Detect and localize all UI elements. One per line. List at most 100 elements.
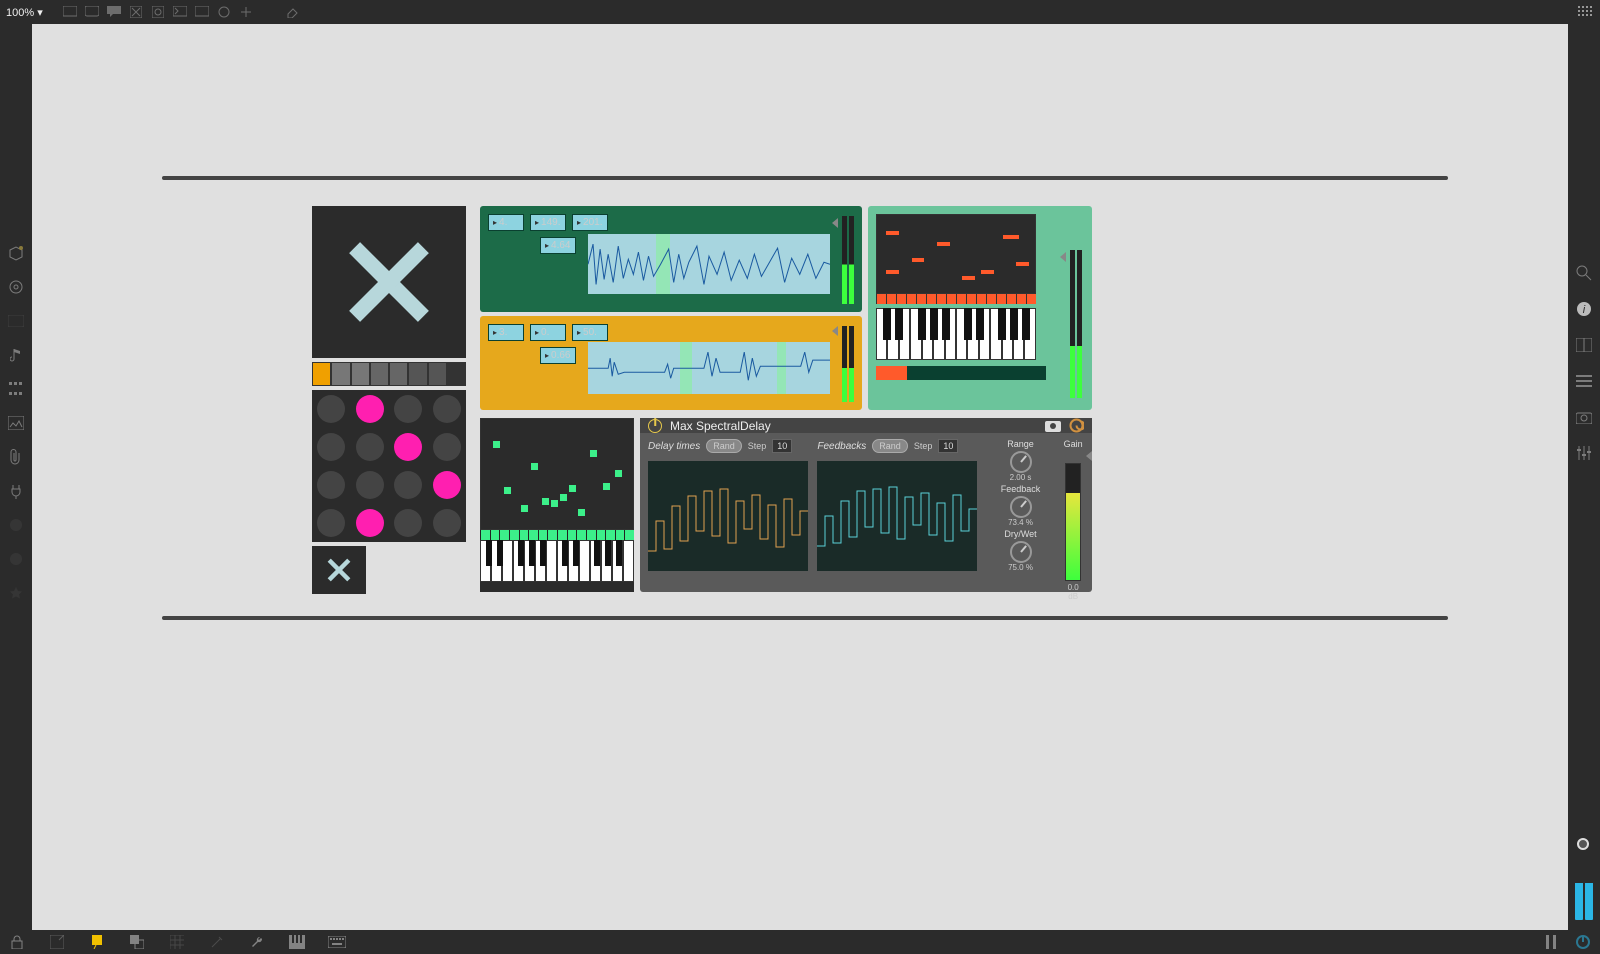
grid-cell[interactable] <box>317 509 345 537</box>
gain-meter[interactable] <box>1065 463 1081 581</box>
camera-icon[interactable] <box>1575 408 1593 426</box>
grid-cell[interactable] <box>317 433 345 461</box>
circle-p-icon[interactable] <box>7 516 25 534</box>
number-icon[interactable] <box>171 3 189 21</box>
grid-cell[interactable] <box>433 509 461 537</box>
number-box[interactable]: 149. <box>530 214 566 231</box>
range-knob[interactable] <box>1010 451 1032 473</box>
pause-icon[interactable] <box>1542 933 1560 951</box>
number-box[interactable]: 50. <box>572 324 608 341</box>
swatch[interactable] <box>351 362 370 386</box>
attachment-icon[interactable] <box>7 448 25 466</box>
note-icon[interactable] <box>7 346 25 364</box>
feedback-knob[interactable] <box>1010 496 1032 518</box>
swatch[interactable] <box>331 362 350 386</box>
grid-cell[interactable] <box>317 395 345 423</box>
number-box[interactable]: 0. <box>530 324 566 341</box>
package-icon[interactable] <box>7 244 25 262</box>
keyboard[interactable] <box>876 308 1036 360</box>
number-box[interactable]: 3. <box>488 324 524 341</box>
lock-icon[interactable] <box>8 933 26 951</box>
swatch[interactable] <box>370 362 389 386</box>
step-grid[interactable] <box>312 390 466 542</box>
step-value[interactable]: 10 <box>938 439 958 453</box>
grid-cell[interactable] <box>394 471 422 499</box>
grid-cell[interactable] <box>394 509 422 537</box>
delay-times-graph[interactable] <box>648 461 808 571</box>
toggle-icon[interactable] <box>127 3 145 21</box>
grid-cell[interactable] <box>356 395 384 423</box>
zoom-dropdown[interactable]: 100% ▾ <box>6 6 43 19</box>
swatch[interactable] <box>447 362 466 386</box>
grid-cell[interactable] <box>433 471 461 499</box>
power-icon[interactable] <box>1574 933 1592 951</box>
swatch[interactable] <box>389 362 408 386</box>
eraser-icon[interactable] <box>283 3 301 21</box>
toggle-small[interactable] <box>312 546 366 594</box>
grid-cell[interactable] <box>356 509 384 537</box>
step-value[interactable]: 10 <box>772 439 792 453</box>
velocity-strip[interactable] <box>480 530 634 540</box>
piano-icon[interactable] <box>288 933 306 951</box>
list-icon[interactable] <box>1575 372 1593 390</box>
grid-cell[interactable] <box>356 471 384 499</box>
plug-icon[interactable] <box>7 482 25 500</box>
highlight-icon[interactable] <box>88 933 106 951</box>
keyboard[interactable] <box>480 540 634 582</box>
swatch[interactable] <box>408 362 427 386</box>
toggle-large[interactable] <box>312 206 466 358</box>
grid-dots-icon[interactable] <box>1576 3 1594 21</box>
rand-button[interactable]: Rand <box>872 439 908 453</box>
feedbacks-graph[interactable] <box>817 461 977 571</box>
keyboard-icon[interactable] <box>328 933 346 951</box>
color-palette[interactable] <box>312 362 466 386</box>
columns-icon[interactable] <box>1575 336 1593 354</box>
add-icon[interactable] <box>237 3 255 21</box>
drywet-knob[interactable] <box>1010 541 1032 563</box>
matrix-icon[interactable] <box>7 380 25 398</box>
velocity-strip[interactable] <box>876 294 1036 304</box>
number-box[interactable]: 201. <box>572 214 608 231</box>
panel-icon[interactable] <box>7 312 25 330</box>
dial-icon[interactable] <box>215 3 233 21</box>
grid-cell[interactable] <box>356 433 384 461</box>
patcher-canvas[interactable]: 4. 149. 201. 4.64 0.00 1000.00 2000.00 <box>32 24 1568 930</box>
swatch[interactable] <box>428 362 447 386</box>
grid-cell[interactable] <box>394 433 422 461</box>
info-icon[interactable]: i <box>1575 300 1593 318</box>
rand-button[interactable]: Rand <box>706 439 742 453</box>
snapshot-icon[interactable] <box>1045 419 1061 432</box>
presentation-icon[interactable] <box>48 933 66 951</box>
swatch[interactable] <box>312 362 331 386</box>
flonum-icon[interactable] <box>193 3 211 21</box>
star-icon[interactable] <box>7 584 25 602</box>
grid-cell[interactable] <box>394 395 422 423</box>
image-icon[interactable] <box>7 414 25 432</box>
play-marker-icon <box>832 218 838 228</box>
sequencer-grid[interactable] <box>480 418 634 530</box>
grid-icon[interactable] <box>168 933 186 951</box>
grid-cell[interactable] <box>433 395 461 423</box>
freeze-icon[interactable] <box>1069 418 1084 433</box>
grid-cell[interactable] <box>317 471 345 499</box>
sliders-icon[interactable] <box>1575 444 1593 462</box>
wrench-icon[interactable] <box>248 933 266 951</box>
grid-cell[interactable] <box>433 433 461 461</box>
comment-icon[interactable] <box>105 3 123 21</box>
message-icon[interactable] <box>83 3 101 21</box>
target-icon[interactable] <box>7 278 25 296</box>
waveform-display[interactable]: 0.00 1000.00 <box>588 342 830 394</box>
layers-icon[interactable] <box>128 933 146 951</box>
piano-roll[interactable] <box>876 214 1036 294</box>
device-power-button[interactable] <box>648 419 662 433</box>
number-box[interactable]: 4. <box>488 214 524 231</box>
object-fpic-icon[interactable] <box>61 3 79 21</box>
circle-b-icon[interactable] <box>7 550 25 568</box>
search-icon[interactable] <box>1575 264 1593 282</box>
bang-icon[interactable] <box>149 3 167 21</box>
number-box[interactable]: 0.66 <box>540 347 576 364</box>
waveform-display[interactable]: 0.00 1000.00 2000.00 <box>588 234 830 294</box>
number-box[interactable]: 4.64 <box>540 237 576 254</box>
wand-icon[interactable] <box>208 933 226 951</box>
progress-bar[interactable] <box>876 366 1046 380</box>
